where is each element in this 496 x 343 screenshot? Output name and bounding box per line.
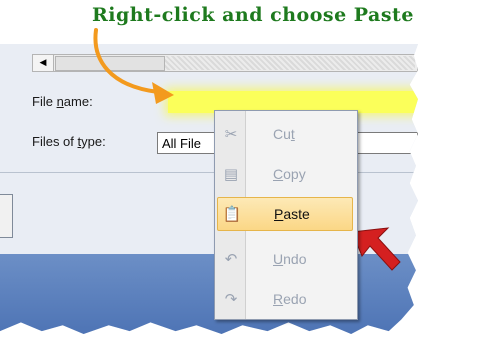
copy-icon: ▤ [223, 165, 239, 183]
red-arrow [351, 227, 401, 271]
menu-item-cut[interactable]: ✂ Cut [217, 117, 353, 151]
menu-item-undo-label: Undo [273, 251, 307, 267]
orange-arrowhead [152, 82, 174, 104]
orange-arrow [93, 28, 160, 94]
menu-item-undo[interactable]: ↶ Undo [217, 242, 353, 276]
context-menu: ✂ Cut ▤ Copy 📋 Paste ↶ Undo ↷ Redo [214, 110, 358, 320]
menu-item-copy-label: Copy [273, 166, 306, 182]
menu-item-paste-label: Paste [274, 206, 310, 222]
menu-item-copy[interactable]: ▤ Copy [217, 157, 353, 191]
menu-item-cut-label: Cut [273, 126, 295, 142]
menu-item-paste[interactable]: 📋 Paste [217, 197, 353, 231]
cut-icon: ✂ [224, 125, 238, 143]
menu-item-redo[interactable]: ↷ Redo [217, 282, 353, 316]
menu-item-redo-label: Redo [273, 291, 307, 307]
redo-icon: ↷ [224, 290, 238, 308]
paste-icon: 📋 [222, 205, 242, 223]
undo-icon: ↶ [224, 250, 238, 268]
